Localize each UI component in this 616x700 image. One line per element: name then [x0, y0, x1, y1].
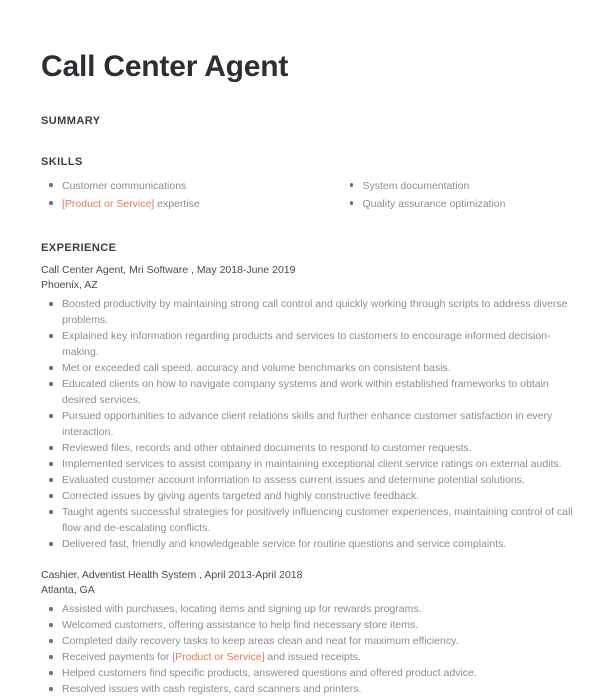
- job-headline: Call Center Agent, Mri Software , May 20…: [41, 264, 296, 276]
- section-experience: EXPERIENCE Call Center Agent, Mri Softwa…: [41, 213, 576, 700]
- section-heading-experience: EXPERIENCE: [41, 242, 117, 254]
- job-location: Phoenix, AZ: [41, 279, 98, 291]
- experience-entry: Cashier, Adventist Health System , April…: [41, 552, 576, 700]
- skill-item: [Product or Service] expertise: [41, 195, 309, 213]
- job-bullet: Reviewed files, records and other obtain…: [41, 440, 576, 456]
- section-heading-summary: SUMMARY: [41, 115, 101, 127]
- job-headline: Cashier, Adventist Health System , April…: [41, 569, 303, 581]
- skills-list-left: Customer communications [Product or Servi…: [41, 177, 309, 213]
- skills-column-left: Customer communications [Product or Servi…: [41, 177, 309, 213]
- job-bullet: Boosted productivity by maintaining stro…: [41, 296, 576, 328]
- section-skills: SKILLS Customer communications [Product o…: [41, 128, 576, 213]
- job-bullet: Received payments for [Product or Servic…: [41, 649, 576, 665]
- job-bullet: Taught agents successful strategies for …: [41, 504, 576, 536]
- job-location: Atlanta, GA: [41, 584, 95, 596]
- job-bullet: Evaluated customer account information t…: [41, 472, 576, 488]
- job-bullet: Educated clients on how to navigate comp…: [41, 376, 576, 408]
- job-bullet: Welcomed customers, offering assistance …: [41, 617, 576, 633]
- skill-item: Quality assurance optimization: [342, 195, 577, 213]
- skills-column-right: System documentation Quality assurance op…: [309, 177, 577, 213]
- bullet-text: System documentation: [362, 180, 470, 192]
- job-bullet: Assisted with purchases, locating items …: [41, 601, 576, 617]
- job-bullet: Helped customers find specific products,…: [41, 665, 576, 681]
- job-bullet: Met or exceeded call speed, accuracy and…: [41, 360, 576, 376]
- page-title: Call Center Agent: [41, 50, 289, 83]
- bullet-text: Received payments for: [62, 651, 173, 663]
- placeholder-token[interactable]: [Product or Service]: [62, 198, 154, 210]
- resume-document: Call Center Agent SUMMARY SKILLS Custome…: [0, 0, 616, 700]
- bullet-text: Customer communications: [62, 180, 187, 192]
- job-bullet-list: Assisted with purchases, locating items …: [41, 598, 576, 700]
- job-bullet: Delivered fast, friendly and knowledgeab…: [41, 536, 576, 552]
- skills-list-right: System documentation Quality assurance op…: [342, 177, 577, 213]
- job-bullet: Corrected issues by giving agents target…: [41, 488, 576, 504]
- placeholder-token[interactable]: [Product or Service]: [172, 651, 264, 663]
- experience-entry: Call Center Agent, Mri Software , May 20…: [41, 255, 576, 552]
- skill-item: System documentation: [342, 177, 577, 195]
- job-bullet: Completed daily recovery tasks to keep a…: [41, 633, 576, 649]
- job-bullet: Explained key information regarding prod…: [41, 328, 576, 360]
- bullet-text: Quality assurance optimization: [362, 198, 506, 210]
- job-bullet: Implemented services to assist company i…: [41, 456, 576, 472]
- bullet-text: and issued receipts.: [264, 651, 361, 663]
- job-bullet-list: Boosted productivity by maintaining stro…: [41, 293, 576, 552]
- section-summary: SUMMARY: [41, 84, 576, 128]
- job-bullet: Resolved issues with cash registers, car…: [41, 681, 576, 697]
- experience-job-list: Call Center Agent, Mri Software , May 20…: [41, 255, 576, 700]
- bullet-text: expertise: [154, 198, 200, 210]
- job-bullet: Pursued opportunities to advance client …: [41, 408, 576, 440]
- skill-item: Customer communications: [41, 177, 309, 195]
- section-heading-skills: SKILLS: [41, 156, 83, 168]
- skills-columns: Customer communications [Product or Servi…: [41, 169, 576, 213]
